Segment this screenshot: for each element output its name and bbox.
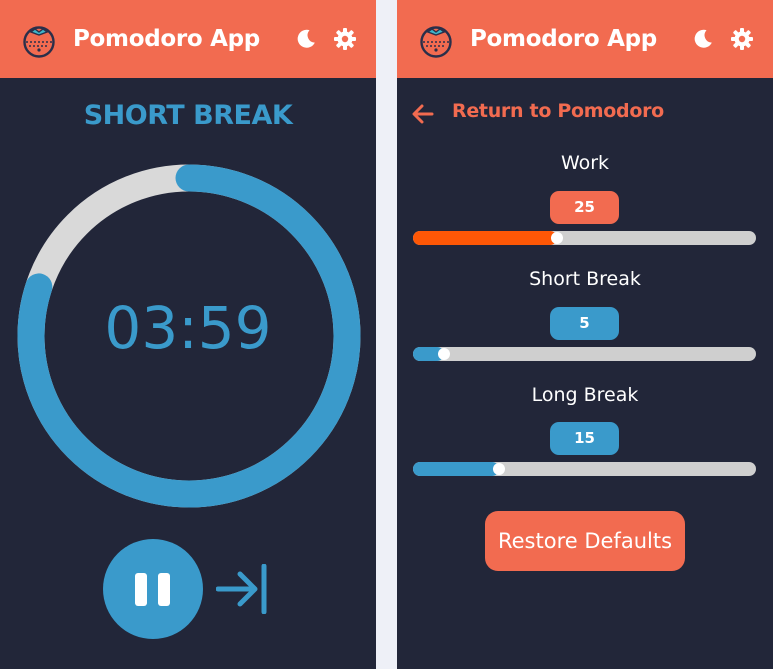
return-label: Return to Pomodoro xyxy=(452,100,664,122)
work-slider-fill xyxy=(413,231,558,245)
time-display: 03:59 xyxy=(104,294,272,362)
pause-button[interactable] xyxy=(103,539,203,639)
gear-icon[interactable] xyxy=(333,27,357,51)
short-break-slider-thumb[interactable] xyxy=(437,348,450,360)
moon-icon[interactable] xyxy=(294,27,318,51)
app-header: Pomodoro App xyxy=(397,0,773,78)
long-break-slider-thumb[interactable] xyxy=(492,463,505,475)
long-break-value-badge: 15 xyxy=(550,422,619,455)
restore-defaults-button[interactable]: Restore Defaults xyxy=(485,511,685,571)
pause-icon xyxy=(135,573,147,606)
moon-icon[interactable] xyxy=(691,27,715,51)
settings-panel: Pomodoro App Return to Pomodoro Work 25 … xyxy=(397,0,773,669)
long-break-slider-fill xyxy=(413,462,499,476)
gear-icon[interactable] xyxy=(730,27,754,51)
tomato-icon xyxy=(23,26,55,58)
pause-icon-bar xyxy=(158,573,170,606)
work-value-badge: 25 xyxy=(550,191,619,224)
work-slider-thumb[interactable] xyxy=(551,232,564,244)
mode-title: SHORT BREAK xyxy=(83,100,293,131)
app-title: Pomodoro App xyxy=(470,26,657,52)
short-break-label: Short Break xyxy=(529,268,641,290)
timer-panel: Pomodoro App SHORT BREAK 03:59 xyxy=(0,0,376,669)
short-break-value-badge: 5 xyxy=(550,307,619,340)
long-break-label: Long Break xyxy=(531,384,639,406)
long-break-slider[interactable] xyxy=(413,462,756,476)
skip-icon[interactable] xyxy=(216,564,270,614)
arrow-left-icon xyxy=(412,104,434,124)
app-header: Pomodoro App xyxy=(0,0,376,78)
app-title: Pomodoro App xyxy=(73,26,260,52)
work-slider[interactable] xyxy=(413,231,756,245)
work-label: Work xyxy=(560,152,610,174)
tomato-icon xyxy=(420,26,452,58)
short-break-slider[interactable] xyxy=(413,347,756,361)
